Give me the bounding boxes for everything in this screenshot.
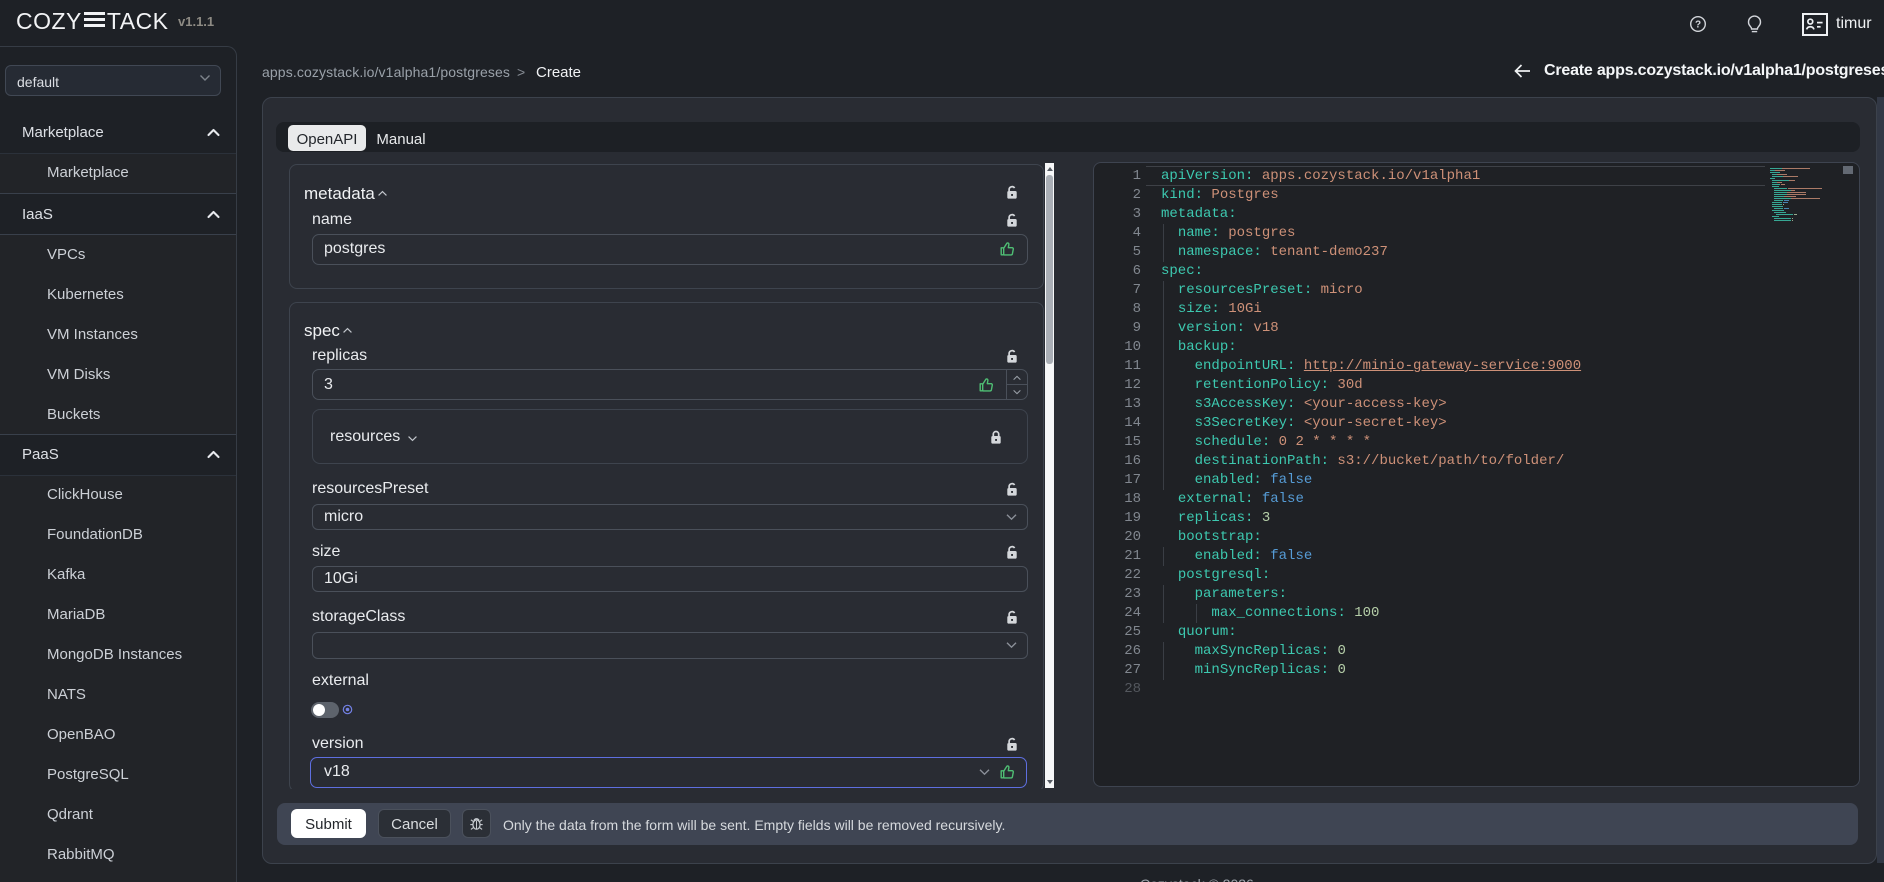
svg-text:?: ? xyxy=(1695,20,1701,31)
